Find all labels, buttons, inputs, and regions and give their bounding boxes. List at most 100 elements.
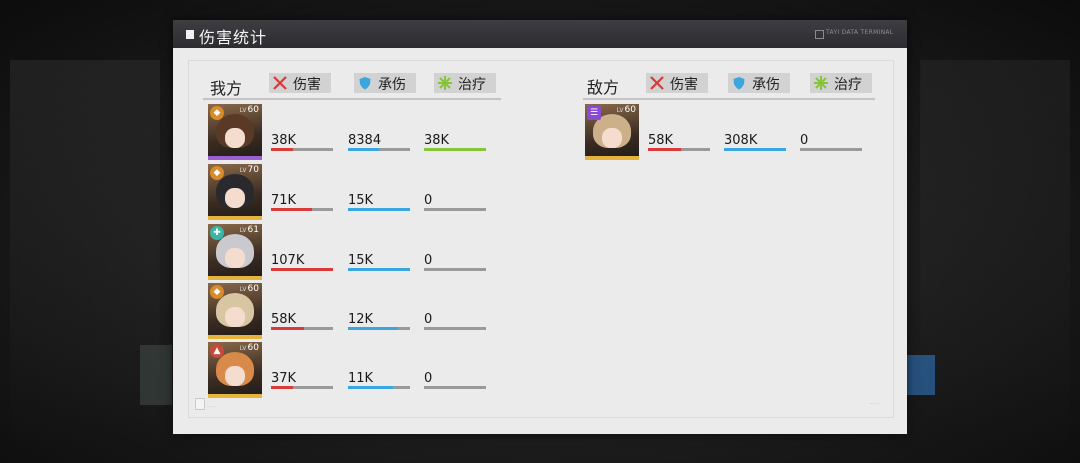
damage-bar [271,327,333,330]
character-avatar[interactable]: ◆ LV70 [208,164,262,220]
taken-value: 15K [348,193,374,208]
taken-value: 12K [348,312,374,327]
level-value: 61 [247,225,259,235]
damage-bar-fill [271,148,293,151]
class-badge-icon: ✚ [210,226,224,240]
heal-bar [424,268,486,271]
enemy-heal-header-label: 治疗 [834,77,862,93]
heal-bar [424,386,486,389]
ally-heal-header: 治疗 [434,73,496,93]
shield-icon [733,77,745,90]
level-value: 60 [247,105,259,115]
damage-bar [271,268,333,271]
heal-value: 0 [800,133,809,148]
enemy-header-divider [583,98,875,100]
ally-team-label: 我方 [210,79,243,98]
heal-bar-fill [424,148,486,151]
taken-bar-fill [348,327,398,330]
taken-bar-fill [348,268,410,271]
heal-bar [424,327,486,330]
damage-bar [271,148,333,151]
rarity-stripe [208,216,262,220]
damage-value: 71K [271,193,297,208]
damage-bar [648,148,710,151]
damage-bar-fill [648,148,682,151]
ally-taken-header: 承伤 [354,73,416,93]
level-value: 70 [247,165,259,175]
corner-mark-left: ··· ··· [207,404,216,409]
damage-bar-fill [271,386,293,389]
taken-bar [348,386,410,389]
heal-bar [800,148,862,151]
class-badge-icon: ◆ [210,166,224,180]
background-element [140,345,172,405]
taken-bar [348,327,410,330]
heal-value: 38K [424,133,450,148]
rarity-stripe [585,156,639,160]
enemy-taken-header: 承伤 [728,73,790,93]
window-title: 伤害统计 [199,28,268,47]
damage-value: 107K [271,253,305,268]
enemy-damage-header-label: 伤害 [670,77,698,93]
heal-value: 0 [424,253,433,268]
damage-bar [271,386,333,389]
damage-icon [650,76,664,90]
heal-bar [424,148,486,151]
taken-bar-fill [348,208,410,211]
background-left-panel [10,60,160,440]
class-badge-icon: ◆ [210,106,224,120]
character-avatar[interactable]: ✚ LV61 [208,224,262,280]
background-element [905,355,935,395]
damage-bar [271,208,333,211]
character-avatar[interactable]: ◆ LV60 [208,283,262,339]
heal-value: 0 [424,193,433,208]
taken-bar [724,148,786,151]
damage-value: 37K [271,371,297,386]
taken-bar-fill [348,386,394,389]
damage-bar-fill [271,268,333,271]
rarity-stripe [208,276,262,280]
rarity-stripe [208,335,262,339]
damage-bar-fill [271,208,312,211]
stats-panel [188,60,894,418]
character-avatar[interactable]: ☰ LV60 [585,104,639,160]
level-badge: LV60 [616,105,636,115]
class-badge-icon: ▲ [210,344,224,358]
level-value: 60 [624,105,636,115]
avatar-face [225,307,245,327]
ally-taken-header-label: 承伤 [378,77,406,93]
taken-value: 11K [348,371,374,386]
taken-value: 8384 [348,133,382,148]
shield-icon [359,77,371,90]
class-badge-icon: ☰ [587,106,601,120]
window-titlebar: 伤害统计 TAYI DATA TERMINAL [173,20,907,48]
damage-stats-window: 伤害统计 TAYI DATA TERMINAL 我方 伤害 承伤 治疗 ◆ LV… [173,20,907,434]
damage-value: 58K [648,133,674,148]
level-badge: LV60 [239,105,259,115]
ally-damage-header: 伤害 [269,73,331,93]
taken-value: 15K [348,253,374,268]
background-right-panel [920,60,1070,440]
corner-mark-right: ··· ··· [870,401,879,406]
enemy-taken-header-label: 承伤 [752,77,780,93]
character-avatar[interactable]: ◆ LV60 [208,104,262,160]
avatar-face [602,128,622,148]
avatar-face [225,188,245,208]
heal-value: 0 [424,371,433,386]
ally-header-divider [203,98,501,100]
terminal-icon [815,30,824,39]
heal-icon [814,76,828,90]
damage-value: 58K [271,312,297,327]
rarity-stripe [208,394,262,398]
heal-value: 0 [424,312,433,327]
character-avatar[interactable]: ▲ LV60 [208,342,262,398]
rarity-stripe [208,156,262,160]
taken-bar [348,148,410,151]
taken-bar [348,268,410,271]
avatar-face [225,248,245,268]
taken-bar-fill [348,148,379,151]
avatar-face [225,366,245,386]
taken-bar [348,208,410,211]
level-badge: LV60 [239,284,259,294]
heal-bar [424,208,486,211]
